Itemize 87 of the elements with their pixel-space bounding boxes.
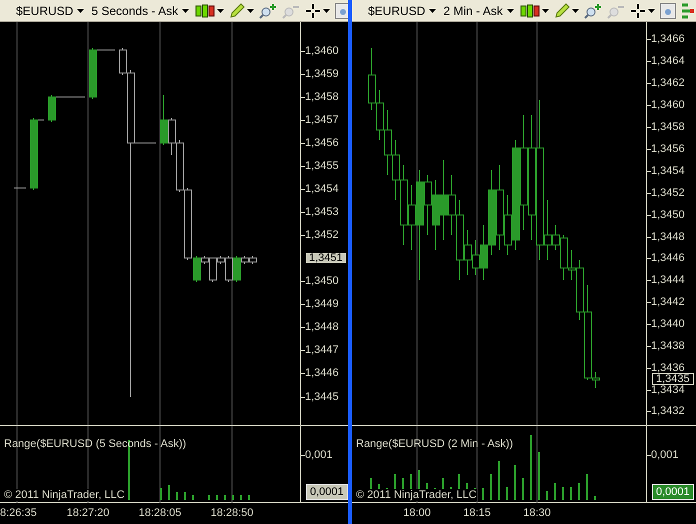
price-label: 1,3440	[651, 318, 685, 330]
pencil-icon	[554, 2, 570, 18]
price-label: 1,3458	[651, 121, 685, 133]
price-label: 1,3434	[651, 384, 685, 396]
price-label: 1,3454	[651, 165, 685, 177]
caret-icon	[429, 8, 436, 12]
caret-icon	[182, 8, 190, 12]
price-label: 1,3457	[305, 114, 339, 126]
indicator-scale-label: 0,001	[305, 448, 333, 462]
time-label: 18:28:50	[210, 506, 254, 521]
indicator-value-tag: 0,0001	[652, 484, 694, 500]
caret-icon	[648, 8, 655, 12]
caret-icon	[572, 8, 579, 12]
candle	[89, 48, 97, 100]
pencil-icon	[229, 2, 246, 18]
caret-icon	[542, 8, 549, 12]
price-label: 1,3466	[651, 33, 685, 45]
copyright-text: © 2011 NinjaTrader, LLC	[4, 489, 125, 501]
price-label: 1,3452	[305, 229, 339, 241]
price-label: 1,3464	[651, 55, 685, 67]
price-label: 1,3462	[651, 77, 685, 89]
price-label: 1,3454	[305, 183, 339, 195]
instrument-dropdown[interactable]: $EURUSD	[14, 2, 86, 20]
caret-icon	[247, 8, 254, 12]
price-label: 1,3459	[305, 68, 339, 80]
indicator-scale-label: 0,001	[651, 448, 679, 462]
price-label: 1,3458	[305, 91, 339, 103]
time-label: 18:15	[463, 506, 491, 521]
caret-icon	[77, 8, 84, 12]
price-label: 1,3432	[651, 405, 685, 417]
price-label: 1,3445	[305, 391, 339, 403]
price-label: 1,3446	[305, 367, 339, 379]
properties-icon	[335, 2, 348, 18]
price-label: 1,3460	[651, 99, 685, 111]
time-label: 18:27:20	[66, 506, 110, 521]
zoom-in-button[interactable]	[582, 2, 603, 20]
panel-button[interactable]	[680, 2, 696, 20]
period-dropdown[interactable]: 5 Seconds - Ask	[89, 2, 192, 20]
caret-icon	[506, 8, 514, 12]
properties-button[interactable]	[658, 2, 677, 20]
price-label: 1,3452	[651, 187, 685, 199]
crosshair-icon	[305, 2, 322, 18]
crosshair-button[interactable]	[304, 2, 332, 20]
price-label: 1,3450	[651, 209, 685, 221]
candle	[48, 94, 56, 122]
price-label: 1,3456	[651, 143, 685, 155]
last-price-tag: 1,3435	[652, 373, 694, 385]
price-label: 1,3448	[651, 231, 685, 243]
candlestick-icon	[520, 2, 540, 18]
price-label: 1,3448	[305, 321, 339, 333]
price-label: 1,3453	[305, 206, 339, 218]
zoom-in-button[interactable]	[258, 2, 278, 20]
properties-button[interactable]	[334, 2, 348, 20]
drawing-tool-button[interactable]	[228, 2, 256, 20]
price-label: 1,3447	[305, 344, 339, 356]
price-label: 1,3446	[651, 252, 685, 264]
time-label: 18:00	[403, 506, 431, 521]
properties-icon	[660, 2, 676, 18]
instrument-dropdown[interactable]: $EURUSD	[366, 2, 438, 20]
indicator-value-tag: 0,0001	[306, 484, 348, 500]
caret-icon	[217, 8, 224, 12]
chart-style-button[interactable]	[194, 2, 226, 20]
chart-style-button[interactable]	[518, 2, 550, 20]
caret-icon	[323, 8, 330, 12]
price-label: 1,3455	[305, 160, 339, 172]
panel-icon	[680, 2, 695, 18]
price-label: 1,3456	[305, 137, 339, 149]
price-label: 1,3450	[305, 275, 339, 287]
copyright-text: © 2011 NinjaTrader, LLC	[356, 489, 477, 501]
price-label: 1,3449	[305, 298, 339, 310]
time-label: 18:30	[523, 506, 551, 521]
price-label: 1,3438	[651, 340, 685, 352]
time-label: 18:28:05	[138, 506, 182, 521]
indicator-title: Range($EURUSD (2 Min - Ask))	[356, 437, 514, 452]
price-label: 1,3460	[305, 45, 339, 57]
time-label: 8:26:35	[0, 506, 37, 521]
price-label: 1,3444	[651, 274, 685, 286]
last-price-tag: 1,3451	[306, 253, 346, 263]
drawing-tool-button[interactable]	[552, 2, 580, 20]
period-dropdown[interactable]: 2 Min - Ask	[441, 2, 516, 20]
zoom-in-icon	[259, 2, 278, 18]
zoom-in-icon	[584, 2, 602, 18]
crosshair-button[interactable]	[628, 2, 656, 20]
crosshair-icon	[630, 2, 646, 18]
candlestick-icon	[195, 2, 216, 18]
price-label: 1,3442	[651, 296, 685, 308]
price-label: 1,3436	[651, 362, 685, 374]
